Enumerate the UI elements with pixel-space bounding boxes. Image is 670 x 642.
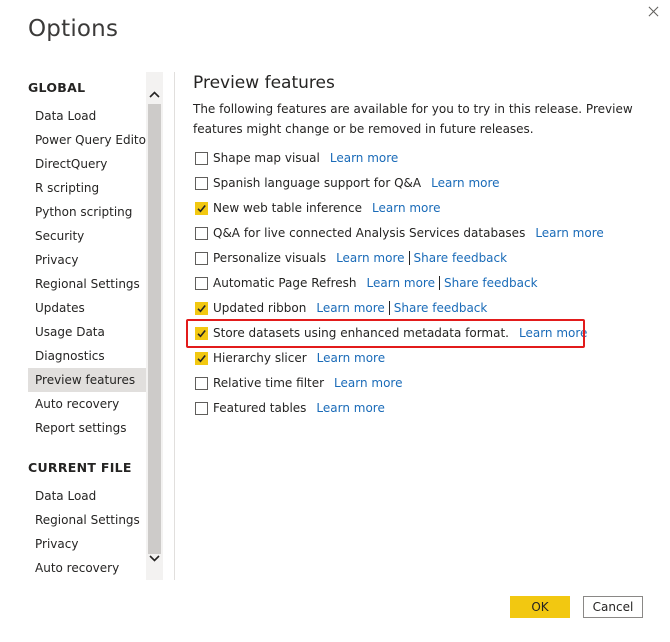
feature-row: Spanish language support for Q&A Learn mo…: [195, 173, 500, 193]
share-feedback-link[interactable]: Share feedback: [444, 276, 538, 290]
chevron-up-icon[interactable]: [146, 86, 163, 103]
feature-row: Store datasets using enhanced metadata f…: [195, 323, 587, 343]
ok-button[interactable]: OK: [510, 596, 570, 618]
feature-row: Personalize visuals Learn more Share feedb…: [195, 248, 507, 268]
feature-checkbox[interactable]: [195, 276, 208, 290]
feature-row: New web table inference Learn more: [195, 198, 440, 218]
sidebar-item[interactable]: Security: [28, 224, 146, 248]
sidebar-item[interactable]: DirectQuery: [28, 152, 146, 176]
feature-label: Hierarchy slicer: [213, 351, 307, 365]
sidebar-item[interactable]: R scripting: [28, 176, 146, 200]
content-description: The following features are available for…: [193, 102, 633, 136]
feature-checkbox[interactable]: [195, 176, 208, 190]
feature-label: Automatic Page Refresh: [213, 276, 357, 290]
sidebar-item[interactable]: Python scripting: [28, 200, 146, 224]
feature-checkbox[interactable]: [195, 251, 208, 265]
sidebar-nav: GLOBAL Data Load Power Query Editor DirectQ…: [28, 72, 146, 580]
sidebar-scrollbar[interactable]: [146, 72, 163, 580]
learn-more-link[interactable]: Learn more: [336, 251, 404, 265]
link-separator: [408, 251, 410, 265]
sidebar-item[interactable]: Regional Settings: [28, 272, 146, 296]
feature-row: Updated ribbon Learn more Share feedback: [195, 298, 487, 318]
sidebar-item[interactable]: Regional Settings: [28, 508, 146, 532]
learn-more-link[interactable]: Learn more: [372, 201, 440, 215]
sidebar-item[interactable]: Auto recovery: [28, 392, 146, 416]
sidebar-item[interactable]: Updates: [28, 296, 146, 320]
sidebar-item[interactable]: Diagnostics: [28, 344, 146, 368]
feature-label: Store datasets using enhanced metadata f…: [213, 326, 509, 340]
feature-checkbox[interactable]: [195, 226, 208, 240]
sidebar-item[interactable]: Usage Data: [28, 320, 146, 344]
feature-row: Featured tables Learn more: [195, 398, 385, 418]
link-separator: [388, 301, 390, 315]
section-header-current-file: CURRENT FILE: [28, 460, 132, 475]
feature-row: Shape map visual Learn more: [195, 148, 398, 168]
content-title: Preview features: [193, 73, 335, 93]
sidebar-item[interactable]: Preview features: [28, 368, 146, 392]
divider: [174, 72, 175, 580]
feature-label: Relative time filter: [213, 376, 325, 390]
feature-checkbox[interactable]: [195, 326, 208, 340]
sidebar-item[interactable]: Privacy: [28, 532, 146, 556]
link-separator: [438, 276, 440, 290]
close-icon[interactable]: [646, 4, 662, 20]
feature-label: Spanish language support for Q&A: [213, 176, 422, 190]
learn-more-link[interactable]: Learn more: [431, 176, 499, 190]
share-feedback-link[interactable]: Share feedback: [394, 301, 488, 315]
feature-label: Personalize visuals: [213, 251, 327, 265]
sidebar-item[interactable]: Power Query Editor: [28, 128, 146, 152]
learn-more-link[interactable]: Learn more: [367, 276, 435, 290]
learn-more-link[interactable]: Learn more: [316, 401, 384, 415]
learn-more-link[interactable]: Learn more: [316, 301, 384, 315]
feature-label: New web table inference: [213, 201, 363, 215]
feature-label: Updated ribbon: [213, 301, 307, 315]
cancel-button[interactable]: Cancel: [583, 596, 643, 618]
feature-checkbox[interactable]: [195, 351, 208, 365]
feature-row: Relative time filter Learn more: [195, 373, 402, 393]
sidebar-item[interactable]: Auto recovery: [28, 556, 146, 580]
learn-more-link[interactable]: Learn more: [317, 351, 385, 365]
dialog-title: Options: [28, 16, 119, 42]
learn-more-link[interactable]: Learn more: [535, 226, 603, 240]
sidebar-item[interactable]: Privacy: [28, 248, 146, 272]
feature-checkbox[interactable]: [195, 401, 208, 415]
feature-checkbox[interactable]: [195, 301, 208, 315]
share-feedback-link[interactable]: Share feedback: [414, 251, 508, 265]
learn-more-link[interactable]: Learn more: [519, 326, 587, 340]
feature-row: Hierarchy slicer Learn more: [195, 348, 385, 368]
sidebar-item[interactable]: Data Load: [28, 484, 146, 508]
learn-more-link[interactable]: Learn more: [330, 151, 398, 165]
feature-row: Automatic Page Refresh Learn more Share fe…: [195, 273, 538, 293]
feature-checkbox[interactable]: [195, 376, 208, 390]
feature-row: Q&A for live connected Analysis Services…: [195, 223, 604, 243]
sidebar-item[interactable]: Report settings: [28, 416, 146, 440]
feature-label: Shape map visual: [213, 151, 320, 165]
feature-checkbox[interactable]: [195, 201, 208, 215]
feature-label: Q&A for live connected Analysis Services…: [213, 226, 526, 240]
learn-more-link[interactable]: Learn more: [334, 376, 402, 390]
feature-checkbox[interactable]: [195, 151, 208, 165]
sidebar-item[interactable]: Data Load: [28, 104, 146, 128]
scroll-thumb[interactable]: [148, 104, 161, 554]
feature-label: Featured tables: [213, 401, 307, 415]
chevron-down-icon[interactable]: [146, 550, 163, 567]
section-header-global: GLOBAL: [28, 80, 86, 95]
